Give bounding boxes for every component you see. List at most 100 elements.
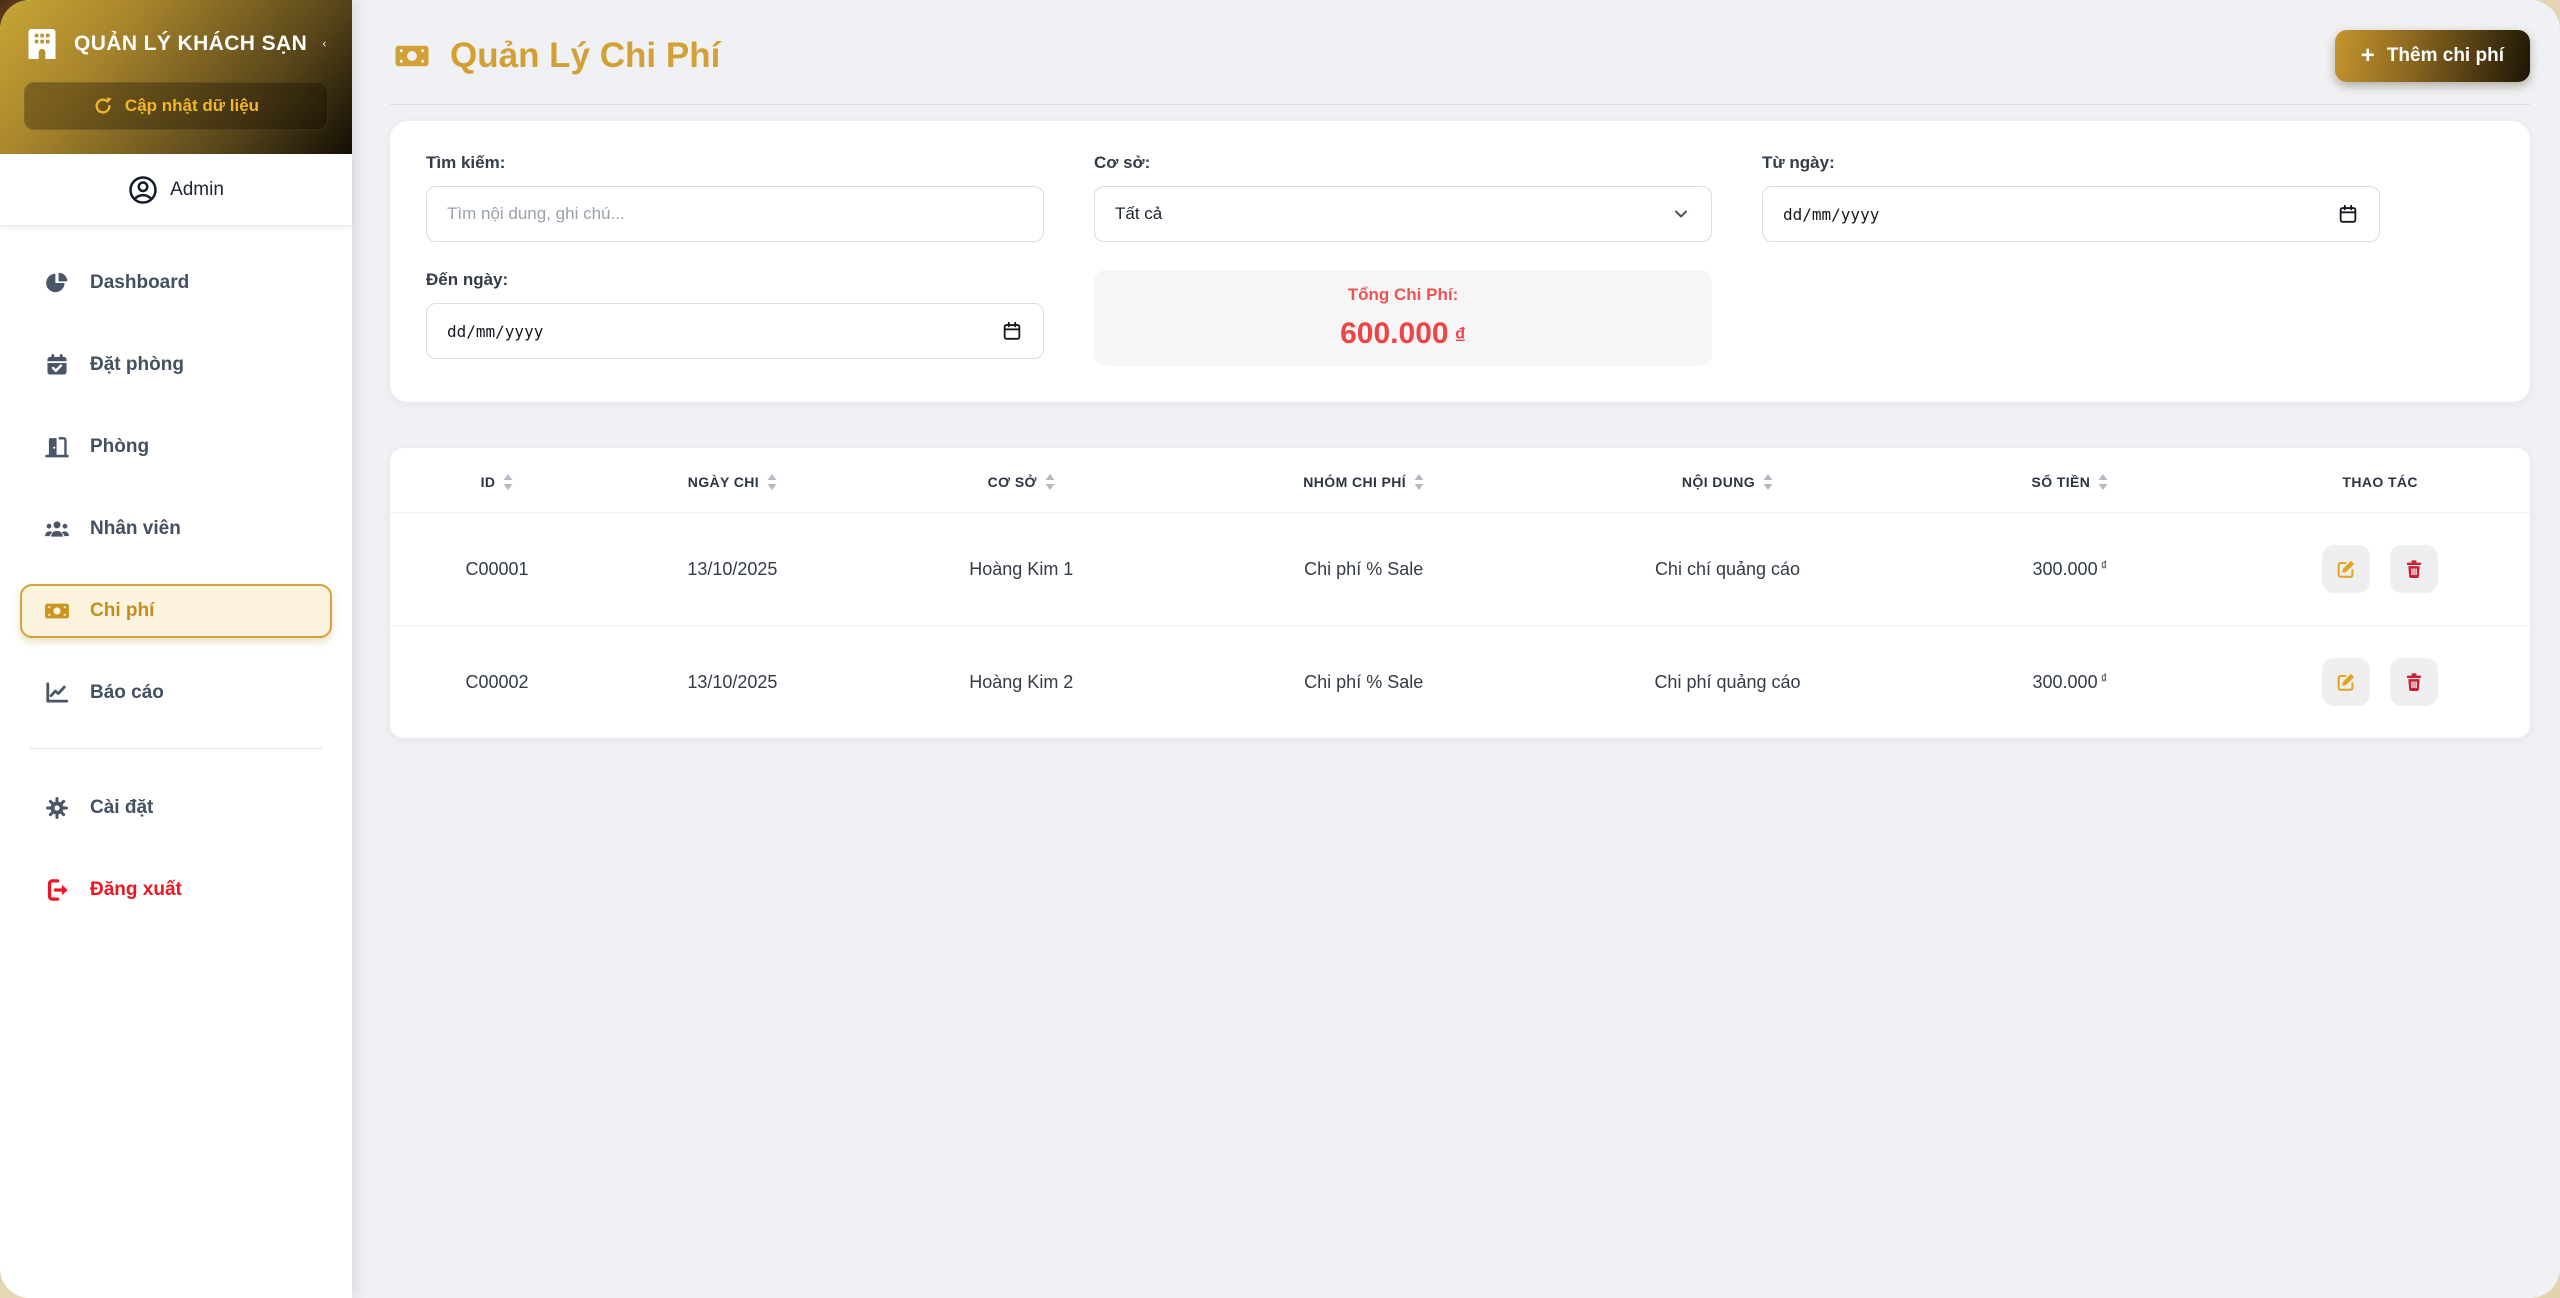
sidebar-item-chi-phi[interactable]: Chi phí [20,584,332,638]
add-expense-label: Thêm chi phí [2387,45,2504,67]
sidebar-item-label: Chi phí [90,600,154,622]
search-label: Tìm kiếm: [426,153,1044,173]
chart-line-icon [44,680,70,706]
table-header-row: ID NGÀY CHI CƠ SỞ NHÓM CHI PHÍ NỘI DUNG … [390,448,2530,513]
total-expense-box: Tổng Chi Phí: 600.000₫ [1094,270,1712,366]
edit-pencil-icon [2335,671,2357,693]
facility-selected-value: Tất cả [1115,204,1162,224]
to-date-field-group: Đến ngày: dd/mm/yyyy [426,270,1044,366]
currency-symbol: ₫ [2101,558,2108,573]
sidebar-item-bao-cao[interactable]: Báo cáo [20,666,332,720]
logout-icon [44,877,70,903]
search-field-group: Tìm kiếm: [426,153,1044,242]
sidebar-header: QUẢN LÝ KHÁCH SẠN Cập nhật dữ liệu [0,0,352,154]
sidebar-item-nhan-vien[interactable]: Nhân viên [20,502,332,556]
sidebar-item-label: Đăng xuất [90,879,182,901]
column-header-noi-dung[interactable]: NỘI DUNG [1546,448,1910,513]
sidebar-item-dang-xuat[interactable]: Đăng xuất [20,863,332,917]
menu-divider [30,748,322,749]
row-actions [2238,545,2522,593]
sort-icon[interactable] [503,474,513,490]
currency-symbol: ₫ [2101,671,2108,686]
update-data-button[interactable]: Cập nhật dữ liệu [24,82,328,130]
cell-id: C00001 [390,513,604,626]
user-badge[interactable]: Admin [0,154,352,226]
cell-amount: 300.000₫ [1909,513,2230,626]
sidebar-item-label: Nhân viên [90,518,181,540]
column-header-id[interactable]: ID [390,448,604,513]
cell-content: Chi chí quảng cáo [1546,513,1910,626]
cell-id: C00002 [390,626,604,739]
filter-card: Tìm kiếm: Cơ sở: Tất cả Từ ngày: dd [390,121,2530,402]
door-icon [44,434,70,460]
sidebar-item-label: Dashboard [90,272,189,294]
column-header-co-so[interactable]: CƠ SỞ [861,448,1182,513]
main-content: Quản Lý Chi Phí + Thêm chi phí Tìm kiếm:… [352,0,2560,1298]
calendar-icon[interactable] [2337,203,2359,225]
gear-icon [44,795,70,821]
sidebar-item-dashboard[interactable]: Dashboard [20,256,332,310]
cell-date: 13/10/2025 [604,513,861,626]
facility-label: Cơ sở: [1094,153,1712,173]
table-row: C00001 13/10/2025 Hoàng Kim 1 Chi phí % … [390,513,2530,626]
to-date-input[interactable]: dd/mm/yyyy [426,303,1044,359]
sidebar-item-dat-phong[interactable]: Đặt phòng [20,338,332,392]
chevron-down-icon [1671,204,1691,224]
sidebar-item-label: Phòng [90,436,149,458]
cell-facility: Hoàng Kim 2 [861,626,1182,739]
user-name: Admin [170,179,224,201]
sidebar-item-cai-dat[interactable]: Cài đặt [20,781,332,835]
delete-button[interactable] [2390,545,2438,593]
delete-button[interactable] [2390,658,2438,706]
sidebar-item-label: Đặt phòng [90,354,184,376]
search-input[interactable] [426,186,1044,242]
edit-button[interactable] [2322,545,2370,593]
app-title: QUẢN LÝ KHÁCH SẠN [74,32,307,56]
sidebar-menu: Dashboard Đặt phòng Phòng Nhân viên [0,226,352,1298]
cell-amount: 300.000₫ [1909,626,2230,739]
sort-icon[interactable] [1045,474,1055,490]
edit-button[interactable] [2322,658,2370,706]
collapse-sidebar-icon[interactable] [321,31,328,57]
column-header-thao-tac: THAO TÁC [2230,448,2530,513]
currency-symbol: ₫ [1455,323,1466,348]
total-expense-label: Tổng Chi Phí: [1348,285,1458,305]
calendar-check-icon [44,352,70,378]
from-date-field-group: Từ ngày: dd/mm/yyyy [1762,153,2380,242]
trash-icon [2403,558,2425,580]
cell-facility: Hoàng Kim 1 [861,513,1182,626]
to-date-label: Đến ngày: [426,270,1044,290]
sort-icon[interactable] [1414,474,1424,490]
from-date-label: Từ ngày: [1762,153,2380,173]
hotel-logo-icon [24,26,60,62]
trash-icon [2403,671,2425,693]
column-header-ngay-chi[interactable]: NGÀY CHI [604,448,861,513]
table-row: C00002 13/10/2025 Hoàng Kim 2 Chi phí % … [390,626,2530,739]
row-actions [2238,658,2522,706]
pie-chart-icon [44,270,70,296]
add-expense-button[interactable]: + Thêm chi phí [2335,30,2530,82]
calendar-icon[interactable] [1001,320,1023,342]
sidebar-item-phong[interactable]: Phòng [20,420,332,474]
from-date-input[interactable]: dd/mm/yyyy [1762,186,2380,242]
refresh-icon [93,96,113,116]
sort-icon[interactable] [767,474,777,490]
page-title-text: Quản Lý Chi Phí [450,36,720,76]
update-data-label: Cập nhật dữ liệu [125,96,259,116]
column-header-nhom-chi-phi[interactable]: NHÓM CHI PHÍ [1182,448,1546,513]
app-frame: QUẢN LÝ KHÁCH SẠN Cập nhật dữ liệu Admin [0,0,2560,1298]
facility-select[interactable]: Tất cả [1094,186,1712,242]
cell-group: Chi phí % Sale [1182,626,1546,739]
cell-date: 13/10/2025 [604,626,861,739]
money-bill-icon [44,598,70,624]
expense-table: ID NGÀY CHI CƠ SỞ NHÓM CHI PHÍ NỘI DUNG … [390,448,2530,738]
page-header: Quản Lý Chi Phí + Thêm chi phí [390,30,2530,105]
sort-icon[interactable] [1763,474,1773,490]
column-header-so-tien[interactable]: SỐ TIỀN [1909,448,2230,513]
edit-pencil-icon [2335,558,2357,580]
sidebar-item-label: Báo cáo [90,682,164,704]
user-circle-icon [128,175,158,205]
money-bill-icon [390,38,434,74]
sort-icon[interactable] [2098,474,2108,490]
to-date-value: dd/mm/yyyy [447,322,543,341]
